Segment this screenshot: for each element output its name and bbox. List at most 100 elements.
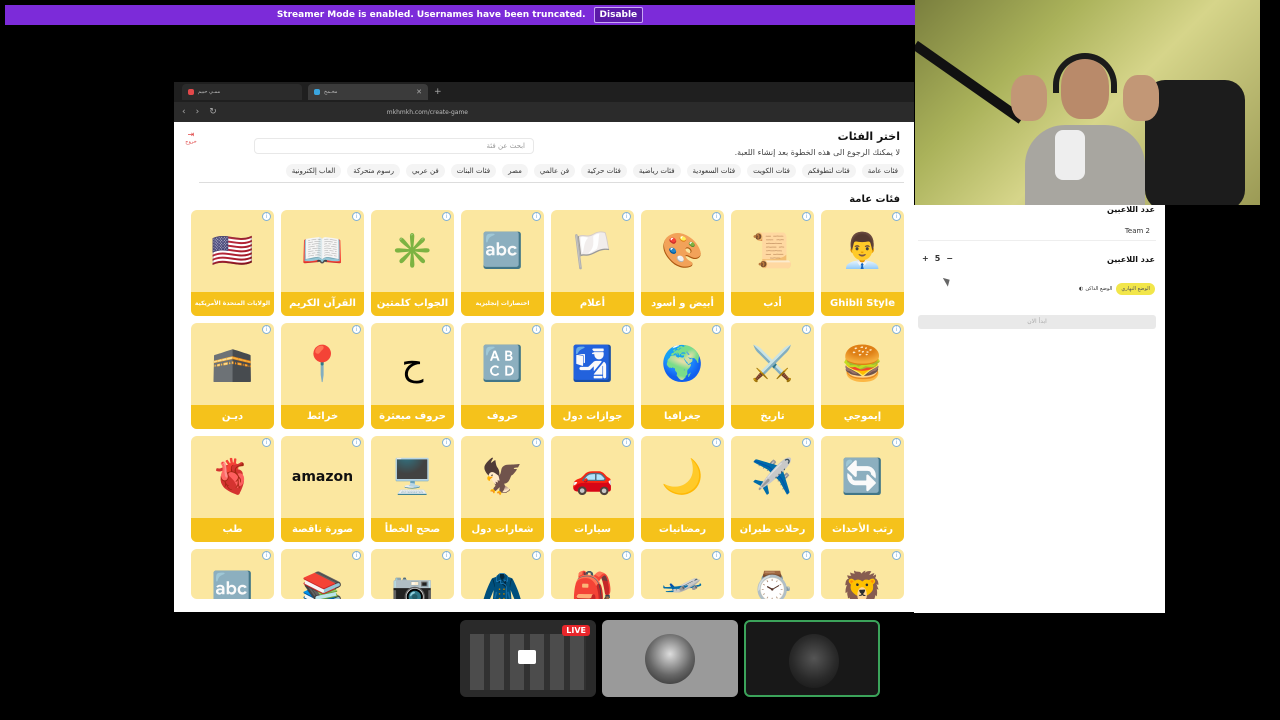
info-icon[interactable]: i xyxy=(712,551,721,560)
category-card[interactable]: 🎨 i أبيض و أسود xyxy=(641,210,724,316)
dark-mode-option[interactable]: ◐ الوضع الداكن xyxy=(1079,286,1112,292)
category-card[interactable]: 🛂 i جوازات دول xyxy=(551,323,634,429)
category-card[interactable]: 👨‍💼 i Ghibli Style xyxy=(821,210,904,316)
close-tab-icon[interactable]: ✕ xyxy=(416,88,422,96)
info-icon[interactable]: i xyxy=(622,551,631,560)
filter-chip[interactable]: فن عالمي xyxy=(533,164,576,178)
category-card[interactable]: ✳️ i الجواب كلمتين xyxy=(371,210,454,316)
category-image: 🌍 xyxy=(661,344,704,384)
info-icon[interactable]: i xyxy=(352,438,361,447)
category-card[interactable]: 🚗 i سيارات xyxy=(551,436,634,542)
forward-icon[interactable]: › xyxy=(196,107,200,117)
info-icon[interactable]: i xyxy=(802,551,811,560)
info-icon[interactable]: i xyxy=(262,438,271,447)
category-card[interactable]: 🦅 i شعارات دول xyxy=(461,436,544,542)
start-game-button[interactable]: ابدأ الان xyxy=(918,315,1156,329)
info-icon[interactable]: i xyxy=(352,212,361,221)
info-icon[interactable]: i xyxy=(802,212,811,221)
filter-chip[interactable]: رسوم متحركة xyxy=(347,164,400,178)
category-card[interactable]: 🔄 i رتب الأحداث xyxy=(821,436,904,542)
category-card[interactable]: 📍 i خرائط xyxy=(281,323,364,429)
info-icon[interactable]: i xyxy=(262,212,271,221)
info-icon[interactable]: i xyxy=(802,438,811,447)
theme-toggle[interactable]: ◐ الوضع الداكن الوضع النهاري xyxy=(1079,283,1155,295)
category-card[interactable]: 🫀 i طب xyxy=(191,436,274,542)
filter-chip[interactable]: فئات عامة xyxy=(861,164,904,178)
players-count-label: عدد اللاعبين xyxy=(1107,205,1155,214)
info-icon[interactable]: i xyxy=(352,325,361,334)
category-image: 🕋 xyxy=(211,344,254,384)
category-search-input[interactable]: ابحث عن فئة xyxy=(254,138,534,154)
category-card[interactable]: amazon i صورة ناقصة xyxy=(281,436,364,542)
filter-chip[interactable]: فئات الكويت xyxy=(747,164,796,178)
increment-button[interactable]: + xyxy=(922,254,929,263)
team2-name-field[interactable]: Team 2 xyxy=(918,227,1156,241)
category-card[interactable]: ح i حروف مبعثرة xyxy=(371,323,454,429)
disable-streamer-mode-button[interactable]: Disable xyxy=(593,7,644,23)
category-card[interactable]: 🇺🇸 i الولايات المتحدة الأمريكية xyxy=(191,210,274,316)
info-icon[interactable]: i xyxy=(532,438,541,447)
filter-chip[interactable]: فئات لتطوفكم xyxy=(801,164,856,178)
category-card[interactable]: ⌚ i xyxy=(731,549,814,599)
category-card[interactable]: ⚔️ i تاريخ xyxy=(731,323,814,429)
category-card[interactable]: ✈️ i رحلات طيران xyxy=(731,436,814,542)
category-card[interactable]: 📖 i القرآن الكريم xyxy=(281,210,364,316)
info-icon[interactable]: i xyxy=(262,551,271,560)
back-icon[interactable]: ‹ xyxy=(182,107,186,117)
filter-chip[interactable]: فئات رياضية xyxy=(632,164,681,178)
info-icon[interactable]: i xyxy=(712,212,721,221)
participant-tile-speaking[interactable] xyxy=(744,620,880,697)
info-icon[interactable]: i xyxy=(442,438,451,447)
category-card[interactable]: 🍔 i إيموجي xyxy=(821,323,904,429)
category-card[interactable]: 🔤 i xyxy=(191,549,274,599)
info-icon[interactable]: i xyxy=(532,212,541,221)
info-icon[interactable]: i xyxy=(622,325,631,334)
category-card[interactable]: 🌙 i رمضانيات xyxy=(641,436,724,542)
category-card[interactable]: 🧥 i xyxy=(461,549,544,599)
participant-tile[interactable] xyxy=(602,620,738,697)
category-card[interactable]: 🔤 i اختصارات إنجليزية xyxy=(461,210,544,316)
info-icon[interactable]: i xyxy=(892,551,901,560)
info-icon[interactable]: i xyxy=(442,325,451,334)
category-card[interactable]: 🕋 i ديـن xyxy=(191,323,274,429)
decrement-button[interactable]: − xyxy=(946,254,953,263)
filter-chip[interactable]: فئات حركية xyxy=(581,164,627,178)
category-card[interactable]: 🖥️ i صحح الخطأ xyxy=(371,436,454,542)
category-card[interactable]: 🏳️ i أعلام xyxy=(551,210,634,316)
filter-chip[interactable]: فئات البنات xyxy=(450,164,497,178)
category-card[interactable]: 🛫 i xyxy=(641,549,724,599)
info-icon[interactable]: i xyxy=(532,551,541,560)
category-card[interactable]: 📷 i xyxy=(371,549,454,599)
info-icon[interactable]: i xyxy=(532,325,541,334)
category-card[interactable]: 🔠 i حروف xyxy=(461,323,544,429)
reload-icon[interactable]: ↻ xyxy=(209,107,217,117)
info-icon[interactable]: i xyxy=(262,325,271,334)
browser-tab-active[interactable]: مخـمخ ✕ xyxy=(308,84,428,100)
category-card[interactable]: 🌍 i جغرافيا xyxy=(641,323,724,429)
info-icon[interactable]: i xyxy=(442,212,451,221)
info-icon[interactable]: i xyxy=(892,438,901,447)
category-card[interactable]: 🎒 i xyxy=(551,549,634,599)
address-bar[interactable]: mkhmkh.com/create-game xyxy=(376,106,906,118)
filter-chip[interactable]: مصر xyxy=(502,164,528,178)
filter-chip[interactable]: العاب إلكترونية xyxy=(285,164,342,178)
category-card[interactable]: 📜 i أدب xyxy=(731,210,814,316)
info-icon[interactable]: i xyxy=(712,438,721,447)
light-mode-option[interactable]: الوضع النهاري xyxy=(1116,283,1155,295)
info-icon[interactable]: i xyxy=(622,212,631,221)
info-icon[interactable]: i xyxy=(892,325,901,334)
new-tab-icon[interactable]: + xyxy=(434,87,442,97)
info-icon[interactable]: i xyxy=(442,551,451,560)
info-icon[interactable]: i xyxy=(892,212,901,221)
info-icon[interactable]: i xyxy=(622,438,631,447)
category-card[interactable]: 🦁 i xyxy=(821,549,904,599)
browser-tab[interactable]: ممـي حبيم xyxy=(182,84,302,100)
info-icon[interactable]: i xyxy=(802,325,811,334)
exit-button[interactable]: ⇥ خروج xyxy=(184,130,198,145)
info-icon[interactable]: i xyxy=(352,551,361,560)
filter-chip[interactable]: فئات السعودية xyxy=(686,164,742,178)
participant-tile-screenshare[interactable]: LIVE xyxy=(460,620,596,697)
category-card[interactable]: 📚 i xyxy=(281,549,364,599)
filter-chip[interactable]: فن عربي xyxy=(405,164,445,178)
info-icon[interactable]: i xyxy=(712,325,721,334)
